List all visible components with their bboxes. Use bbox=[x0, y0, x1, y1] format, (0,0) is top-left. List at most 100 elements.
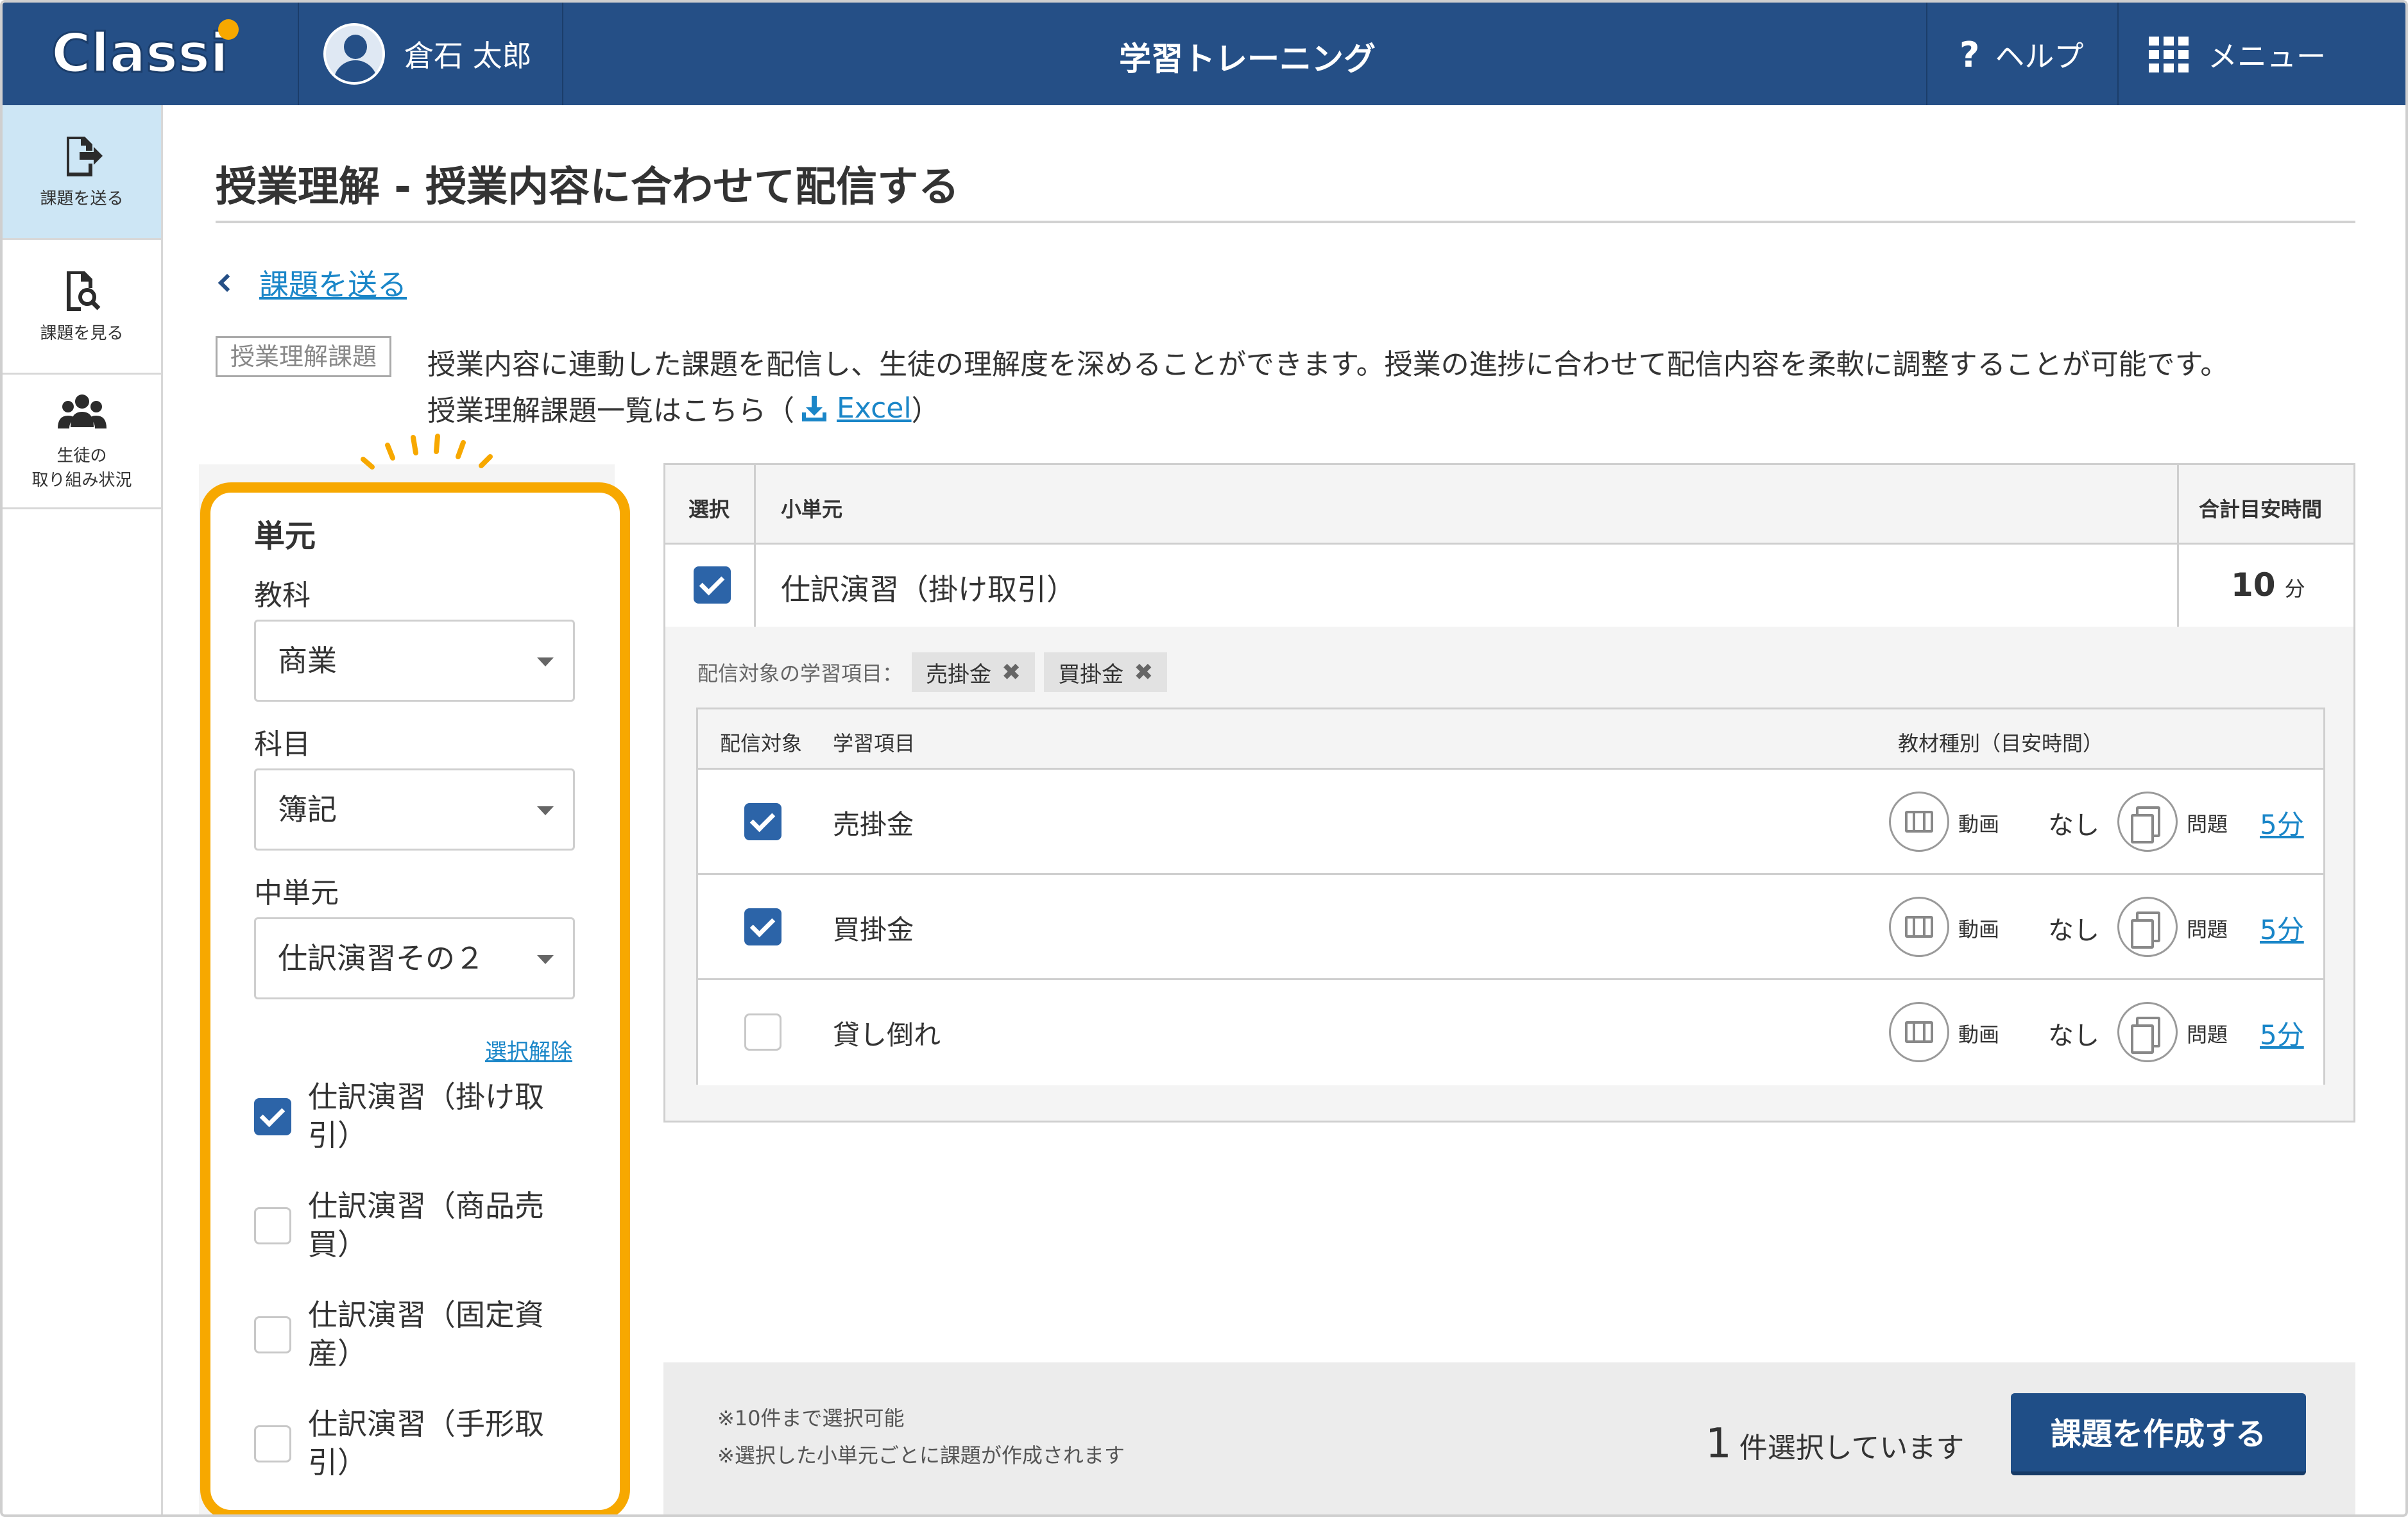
unit-option[interactable]: 仕訳演習（手形取 引） bbox=[254, 1405, 565, 1482]
column-divider bbox=[754, 545, 756, 627]
create-assignment-button[interactable]: 課題を作成する bbox=[2011, 1393, 2306, 1475]
header-divider bbox=[562, 3, 563, 105]
learning-item-row[interactable]: 貸し倒れ 動画 なし 問題 5分 bbox=[698, 980, 2323, 1085]
subunit-name: 仕訳演習（掛け取引） bbox=[781, 572, 1076, 607]
chevron-left-icon bbox=[218, 273, 237, 292]
help-button[interactable]: ? ヘルプ bbox=[1960, 33, 2083, 76]
learning-items-table: 配信対象 学習項目 教材種別（目安時間） 売掛金 動画 なし 問題 5分 買掛金… bbox=[696, 708, 2325, 1085]
table-row[interactable]: 仕訳演習（掛け取引） 10 分 bbox=[665, 545, 2353, 627]
unit-option-label-line1: 仕訳演習（手形取 bbox=[308, 1407, 544, 1441]
total-time-value: 10 bbox=[2231, 566, 2276, 604]
unit-option[interactable]: 仕訳演習（商品売 買） bbox=[254, 1187, 565, 1264]
middle-unit-label: 中単元 bbox=[254, 877, 339, 910]
target-chip-label: 買掛金 bbox=[1058, 661, 1124, 688]
item-checkbox-checked[interactable] bbox=[744, 803, 781, 840]
header-divider bbox=[2117, 3, 2119, 105]
sidebar-item-label-line1: 生徒の bbox=[56, 446, 107, 466]
top-header: Classi 倉石 太郎 学習トレーニング ? ヘルプ メニュー bbox=[3, 3, 2405, 105]
column-divider bbox=[2177, 545, 2179, 627]
menu-label: メニュー bbox=[2208, 39, 2326, 74]
action-bar: ※10件まで選択可能 ※選択した小単元ごとに課題が作成されます 1 件選択してい… bbox=[663, 1362, 2355, 1514]
middle-unit-select-value: 仕訳演習その２ bbox=[278, 941, 484, 976]
video-icon bbox=[1889, 897, 1949, 957]
unit-checkbox[interactable] bbox=[254, 1425, 291, 1462]
problem-icon bbox=[2117, 792, 2178, 852]
download-icon bbox=[802, 396, 826, 421]
unit-option[interactable]: 仕訳演習（固定資 産） bbox=[254, 1296, 565, 1373]
avatar bbox=[323, 23, 385, 85]
unit-checkbox[interactable] bbox=[254, 1316, 291, 1353]
excel-download-link[interactable]: Excel bbox=[794, 392, 912, 425]
column-header-target: 配信対象 bbox=[720, 731, 803, 756]
page-title: 授業理解 - 授業内容に合わせて配信する bbox=[216, 164, 960, 211]
excel-download-line: 授業理解課題一覧はこちら（ Excel ） bbox=[427, 387, 940, 428]
delivery-targets: 配信対象の学習項目： 売掛金 ✖ 買掛金 ✖ bbox=[697, 652, 1168, 692]
unit-option-label-line2: 買） bbox=[308, 1227, 367, 1262]
help-label: ヘルプ bbox=[1995, 39, 2084, 74]
selection-limit-note: ※10件まで選択可能 bbox=[717, 1406, 905, 1430]
column-header-subunit: 小単元 bbox=[781, 497, 843, 521]
target-chip[interactable]: 売掛金 ✖ bbox=[912, 652, 1036, 692]
app-title: 学習トレーニング bbox=[1119, 40, 1376, 78]
menu-button[interactable]: メニュー bbox=[2149, 33, 2326, 76]
video-icon bbox=[1889, 792, 1949, 852]
learning-items-header: 配信対象 学習項目 教材種別（目安時間） bbox=[698, 709, 2323, 770]
learning-item-row[interactable]: 買掛金 動画 なし 問題 5分 bbox=[698, 875, 2323, 980]
video-label: 動画 bbox=[1958, 917, 2000, 942]
user-name: 倉石 太郎 bbox=[404, 38, 532, 73]
sidebar-item-label: 課題を送る bbox=[40, 189, 124, 208]
selection-count-label: 件選択しています bbox=[1739, 1432, 1965, 1464]
highlight-spark-icon bbox=[361, 434, 493, 470]
problem-time-link[interactable]: 5分 bbox=[2260, 803, 2304, 842]
view-assignment-icon bbox=[66, 271, 100, 311]
title-divider bbox=[216, 221, 2355, 223]
description-text: 授業内容に連動した課題を配信し、生徒の理解度を深めることができます。授業の進捗に… bbox=[427, 348, 2229, 381]
video-value: なし bbox=[2048, 811, 2099, 840]
user-info[interactable]: 倉石 太郎 bbox=[323, 23, 532, 85]
sidebar-item-view-assignment[interactable]: 課題を見る bbox=[3, 240, 161, 375]
sidebar-item-student-progress[interactable]: 生徒の 取り組み状況 bbox=[3, 375, 161, 509]
unit-option-label-line1: 仕訳演習（固定資 bbox=[308, 1298, 544, 1332]
unit-option[interactable]: 仕訳演習（掛け取 引） bbox=[254, 1078, 565, 1155]
video-value: なし bbox=[2048, 1021, 2099, 1051]
remove-icon[interactable]: ✖ bbox=[1002, 659, 1021, 686]
problem-time-link[interactable]: 5分 bbox=[2260, 1013, 2304, 1053]
selection-count: 1 件選択しています bbox=[1705, 1420, 1964, 1468]
row-checkbox-checked[interactable] bbox=[694, 566, 731, 604]
description-suffix: ） bbox=[911, 394, 940, 427]
video-label: 動画 bbox=[1958, 1022, 2000, 1047]
caret-down-icon bbox=[537, 806, 554, 815]
item-checkbox-checked[interactable] bbox=[744, 908, 781, 945]
problem-time-link[interactable]: 5分 bbox=[2260, 908, 2304, 947]
item-checkbox[interactable] bbox=[744, 1013, 781, 1051]
sidebar-item-send-assignment[interactable]: 課題を送る bbox=[3, 105, 161, 240]
video-icon bbox=[1889, 1002, 1949, 1062]
header-divider bbox=[1926, 3, 1927, 105]
problem-label: 問題 bbox=[2187, 917, 2228, 942]
target-chip[interactable]: 買掛金 ✖ bbox=[1044, 652, 1168, 692]
remove-icon[interactable]: ✖ bbox=[1134, 659, 1153, 686]
learning-item-name: 売掛金 bbox=[833, 809, 914, 840]
learning-item-row[interactable]: 売掛金 動画 なし 問題 5分 bbox=[698, 770, 2323, 875]
classi-logo[interactable]: Classi bbox=[47, 17, 266, 91]
creation-note: ※選択した小単元ごとに課題が作成されます bbox=[717, 1443, 1125, 1468]
middle-unit-select[interactable]: 仕訳演習その２ bbox=[254, 917, 575, 999]
clear-selection-link[interactable]: 選択解除 bbox=[485, 1034, 572, 1065]
unit-option-label-line2: 産） bbox=[308, 1336, 367, 1371]
course-select[interactable]: 簿記 bbox=[254, 768, 575, 851]
total-time: 10 分 bbox=[2231, 566, 2305, 604]
students-icon bbox=[57, 394, 107, 428]
column-header-item: 学習項目 bbox=[833, 731, 916, 756]
table-header: 選択 小単元 合計目安時間 bbox=[665, 465, 2353, 545]
back-link[interactable]: 課題を送る bbox=[218, 262, 407, 304]
unit-filter-title: 単元 bbox=[254, 518, 316, 554]
unit-checkbox[interactable] bbox=[254, 1207, 291, 1244]
problem-icon bbox=[2117, 897, 2178, 957]
subject-select[interactable]: 商業 bbox=[254, 620, 575, 702]
unit-checkbox-checked[interactable] bbox=[254, 1098, 291, 1135]
logo-text: Classi bbox=[51, 22, 228, 85]
target-chip-label: 売掛金 bbox=[926, 661, 992, 688]
subject-select-value: 商業 bbox=[278, 643, 337, 678]
caret-down-icon bbox=[537, 657, 554, 666]
total-time-unit: 分 bbox=[2284, 577, 2305, 601]
